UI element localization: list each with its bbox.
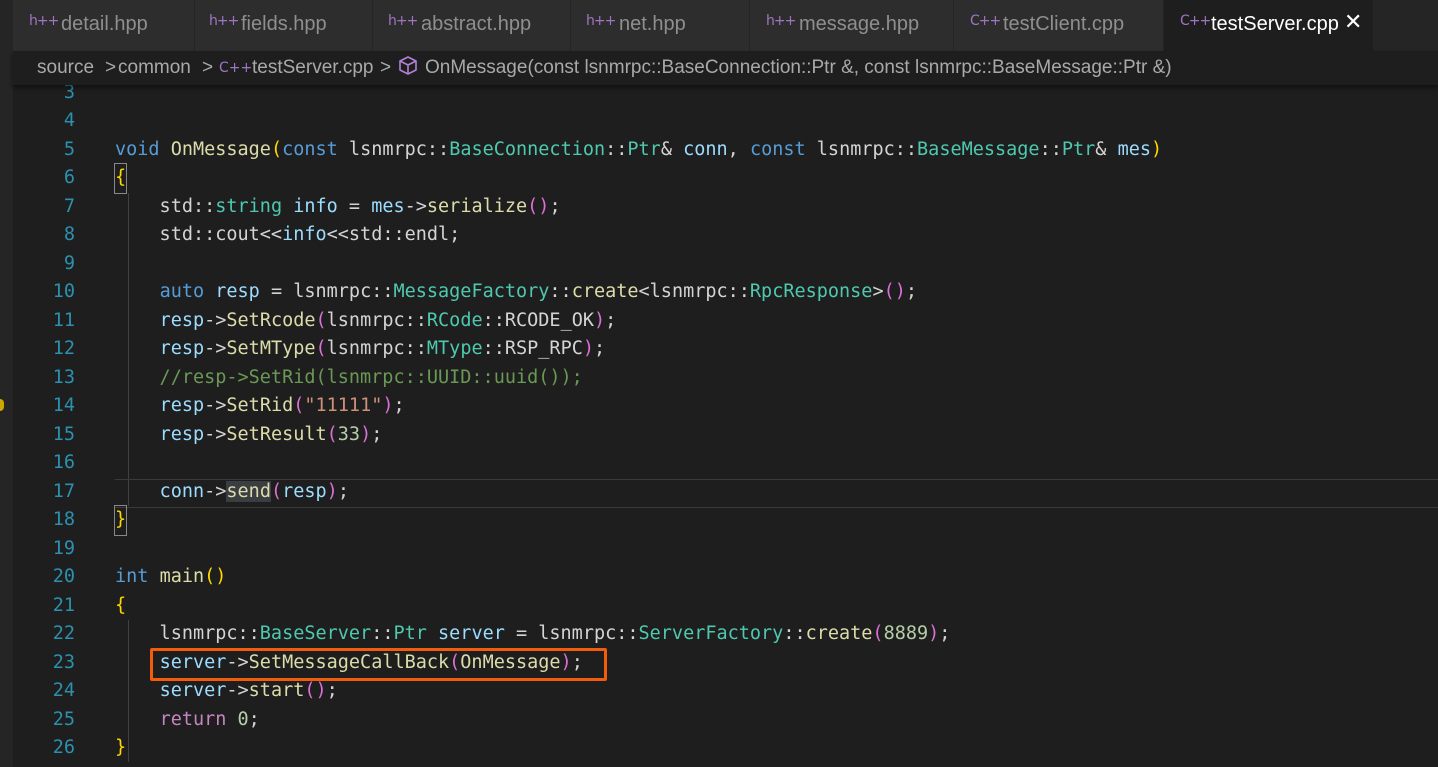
cpp-header-icon: h++ (209, 13, 239, 29)
breadcrumb-item-symbol[interactable]: OnMessage(const lsnmrpc::BaseConnection:… (425, 57, 1172, 79)
line-number: 16 (52, 452, 75, 473)
tab-label: abstract.hpp (421, 13, 532, 35)
line-number: 7 (63, 195, 75, 217)
cpp-header-icon: h++ (766, 13, 796, 29)
line-number: 11 (52, 309, 75, 331)
code-line[interactable]: 11 resp->SetRcode(lsnmrpc::RCode::RCODE_… (13, 307, 1438, 336)
code-line[interactable]: 6{ (13, 163, 1438, 194)
code-line[interactable]: 12 resp->SetMType(lsnmrpc::MType::RSP_RP… (13, 335, 1438, 364)
line-number: 10 (52, 281, 75, 302)
breadcrumb-separator: > (105, 57, 117, 78)
line-number: 21 (52, 594, 75, 616)
code-line[interactable]: 15 resp->SetResult(33); (13, 421, 1438, 450)
line-number: 8 (63, 224, 75, 245)
code-line[interactable]: 26} (13, 734, 1438, 763)
code-line[interactable]: 24 server->start(); (13, 677, 1438, 706)
line-number: 13 (52, 366, 75, 388)
breadcrumb-separator: > (202, 57, 214, 78)
tab-label: testClient.cpp (1003, 13, 1125, 35)
code-line[interactable]: 16 (13, 449, 1438, 478)
code-line[interactable]: 20 int main() (13, 563, 1438, 592)
line-number: 12 (52, 338, 75, 359)
cpp-file-icon: C++ (970, 13, 1001, 29)
line-number: 19 (52, 537, 75, 559)
left-panel-edge (0, 0, 13, 767)
breadcrumb-item-common[interactable]: common (118, 57, 191, 79)
breadcrumb-separator: > (380, 57, 392, 78)
code-text: void OnMessage(const lsnmrpc::BaseConnec… (115, 138, 1163, 160)
code-text: int main() (115, 566, 227, 587)
code-line[interactable]: 9 (13, 250, 1438, 279)
tab-testclient-cpp[interactable]: C++ testClient.cpp (954, 0, 1164, 51)
code-text: resp->SetResult(33); (159, 423, 383, 445)
cpp-header-icon: h++ (29, 13, 59, 29)
line-number: 4 (63, 110, 75, 131)
code-line[interactable]: 4 (13, 107, 1438, 136)
code-text: { (115, 594, 127, 616)
tab-label: detail.hpp (61, 13, 148, 35)
cube-icon (398, 55, 418, 83)
code-text: } (113, 505, 128, 536)
line-number: 23 (52, 651, 75, 673)
line-number: 14 (52, 395, 75, 416)
breadcrumb: source > common > C++ testServer.cpp > O… (13, 51, 1438, 85)
tab-net-hpp[interactable]: h++ net.hpp (571, 0, 750, 51)
code-text: conn->send(resp); (159, 480, 349, 502)
close-icon[interactable]: ✕ (1344, 10, 1362, 35)
tab-testserver-cpp[interactable]: C++ testServer.cpp ✕ (1164, 0, 1374, 51)
line-number: 6 (63, 167, 75, 188)
code-line[interactable]: 22 lsnmrpc::BaseServer::Ptr server = lsn… (13, 620, 1438, 649)
line-number: 9 (63, 252, 75, 274)
annotation-highlight-box (150, 648, 607, 681)
code-line[interactable]: 17 conn->send(resp); (13, 478, 1438, 507)
code-text: lsnmrpc::BaseServer::Ptr server = lsnmrp… (115, 623, 951, 644)
code-text: std::string info = mes->serialize(); (115, 195, 561, 217)
line-number: 20 (52, 566, 75, 587)
tab-label: fields.hpp (241, 13, 327, 35)
code-text: resp->SetRid("11111"); (159, 395, 405, 416)
code-line[interactable]: 19 (13, 535, 1438, 564)
line-number: 17 (52, 480, 75, 502)
editor-tab-bar: h++ detail.hpp h++ fields.hpp h++ abstra… (0, 0, 1438, 51)
line-number: 22 (52, 623, 75, 644)
code-text: auto resp = lsnmrpc::MessageFactory::cre… (159, 281, 918, 302)
line-number: 15 (52, 423, 75, 445)
tab-label: testServer.cpp (1211, 13, 1339, 35)
code-line[interactable]: 25 return 0; (13, 706, 1438, 735)
line-number: 5 (63, 138, 75, 160)
line-number: 26 (52, 737, 75, 758)
code-line[interactable]: 5 void OnMessage(const lsnmrpc::BaseConne… (13, 136, 1438, 165)
code-line[interactable]: 18} (13, 505, 1438, 536)
code-text: std::cout<<info<<std::endl; (115, 224, 461, 245)
code-line[interactable]: 7 std::string info = mes->serialize(); (13, 193, 1438, 222)
code-line[interactable]: 8 std::cout<<info<<std::endl; (13, 221, 1438, 250)
code-line[interactable]: 13 //resp->SetRid(lsnmrpc::UUID::uuid())… (13, 364, 1438, 393)
code-text: resp->SetMType(lsnmrpc::MType::RSP_RPC); (159, 338, 606, 359)
code-text: //resp->SetRid(lsnmrpc::UUID::uuid()); (115, 366, 583, 388)
breadcrumb-item-source[interactable]: source (37, 57, 94, 79)
cpp-header-icon: h++ (388, 13, 418, 29)
code-text: return 0; (159, 708, 260, 730)
tab-fields-hpp[interactable]: h++ fields.hpp (195, 0, 373, 51)
line-number: 18 (52, 509, 75, 530)
tab-message-hpp[interactable]: h++ message.hpp (750, 0, 954, 51)
code-text: { (113, 163, 128, 194)
code-line[interactable]: 10 auto resp = lsnmrpc::MessageFactory::… (13, 278, 1438, 307)
tab-label: message.hpp (799, 13, 920, 35)
tab-abstract-hpp[interactable]: h++ abstract.hpp (373, 0, 571, 51)
line-number: 25 (52, 708, 75, 730)
cpp-file-icon: C++ (1180, 13, 1211, 29)
code-text: resp->SetRcode(lsnmrpc::RCode::RCODE_OK)… (159, 309, 617, 331)
cpp-file-icon: C++ (219, 60, 253, 76)
code-text: server->start(); (159, 680, 338, 701)
code-line[interactable]: 14 resp->SetRid("11111"); (13, 392, 1438, 421)
tab-detail-hpp[interactable]: h++ detail.hpp (13, 0, 195, 51)
tab-label: net.hpp (619, 13, 686, 35)
line-number: 24 (52, 680, 75, 701)
breadcrumb-item-file[interactable]: testServer.cpp (252, 57, 373, 79)
cpp-header-icon: h++ (586, 13, 616, 29)
code-line[interactable]: 21 { (13, 592, 1438, 621)
code-text: } (115, 737, 127, 758)
